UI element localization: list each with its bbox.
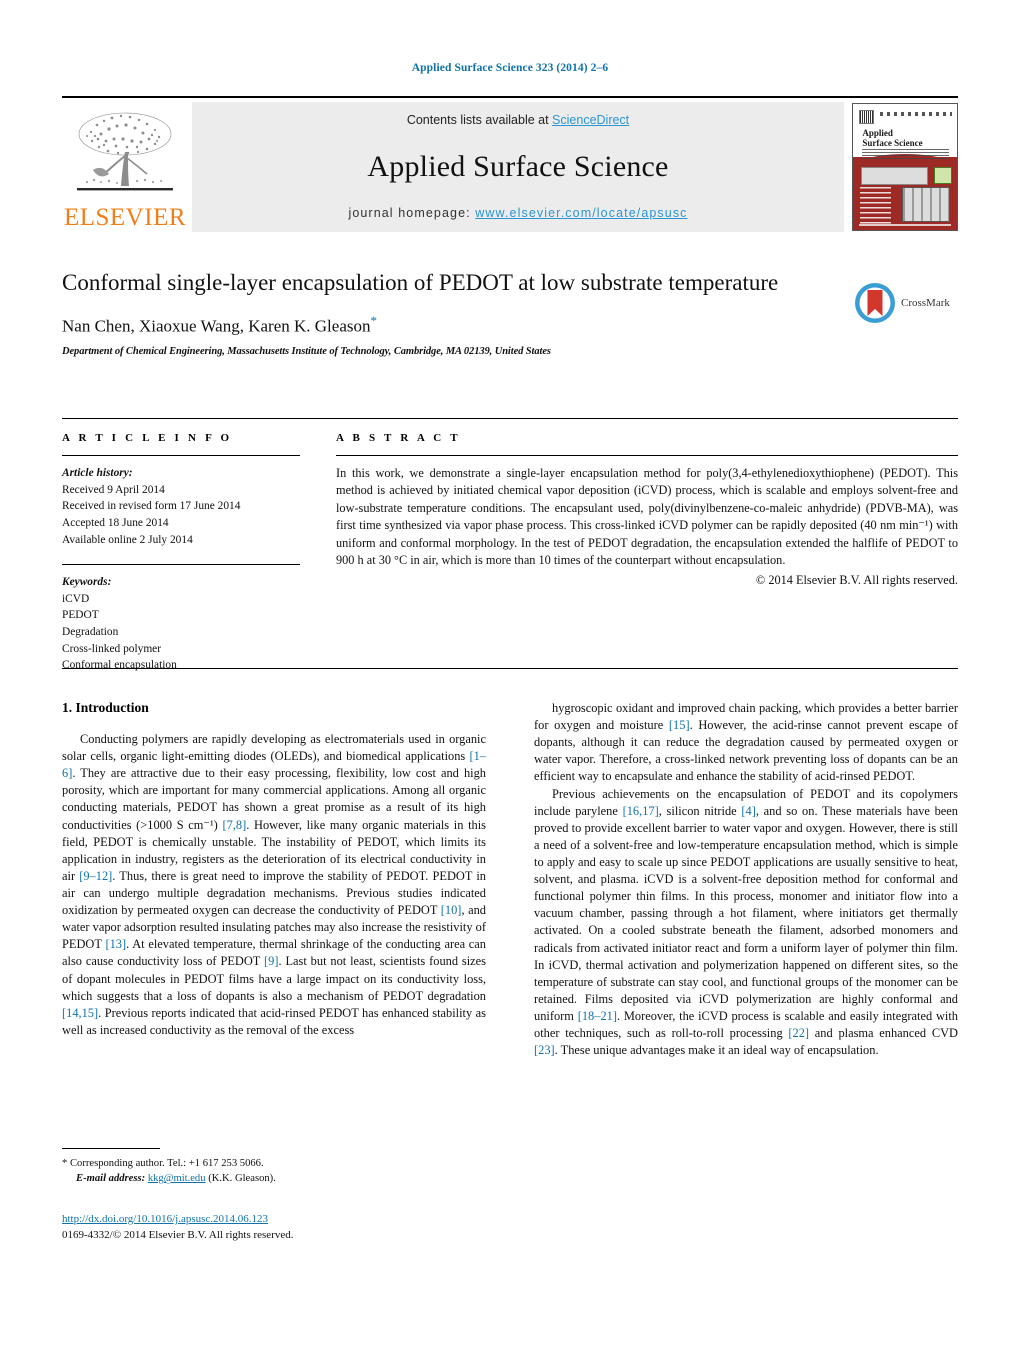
affiliation: Department of Chemical Engineering, Mass… — [62, 346, 551, 358]
email-owner: (K.K. Gleason). — [208, 1173, 276, 1185]
journal-cover-thumbnail: Applied Surface Science — [852, 103, 958, 231]
cover-title: Applied Surface Science — [862, 128, 923, 148]
journal-masthead: ELSEVIER Contents lists available at Sci… — [62, 96, 958, 232]
section-heading-introduction: 1. Introduction — [62, 700, 149, 715]
history-item: Received in revised form 17 June 2014 — [62, 500, 241, 513]
crossmark-icon — [855, 283, 895, 323]
contents-prefix: Contents lists available at — [406, 113, 553, 127]
keyword-item: Conformal encapsulation — [62, 659, 177, 672]
history-item: Received 9 April 2014 — [62, 483, 165, 496]
history-item: Accepted 18 June 2014 — [62, 516, 169, 529]
journal-homepage-link[interactable]: www.elsevier.com/locate/apsusc — [475, 206, 687, 220]
masthead-center: Contents lists available at ScienceDirec… — [192, 102, 844, 232]
email-note: E-mail address: kkg@mit.edu (K.K. Gleaso… — [62, 1171, 486, 1186]
corresponding-author-note: * Corresponding author. Tel.: +1 617 253… — [62, 1156, 486, 1171]
elsevier-tree-icon — [77, 112, 173, 191]
body-column-right: hygroscopic oxidant and improved chain p… — [534, 700, 958, 1059]
footnote-block: * Corresponding author. Tel.: +1 617 253… — [62, 1148, 486, 1187]
keyword-item: iCVD — [62, 592, 90, 605]
abstract-text: In this work, we demonstrate a single-la… — [336, 466, 958, 568]
journal-homepage-line: journal homepage: www.elsevier.com/locat… — [348, 206, 687, 220]
cover-green-badge — [934, 167, 952, 185]
author-list: Nan Chen, Xiaoxue Wang, Karen K. Gleason… — [62, 313, 958, 337]
article-history: Article history: Received 9 April 2014 R… — [62, 465, 300, 548]
keywords-list: Keywords: iCVD PEDOT Degradation Cross-l… — [62, 574, 300, 674]
abstract-rule — [336, 455, 958, 456]
cover-content-box — [861, 167, 928, 186]
corresponding-author-text: Corresponding author. Tel.: +1 617 253 5… — [69, 1158, 264, 1169]
issn-copyright-line: 0169-4332/© 2014 Elsevier B.V. All right… — [62, 1228, 294, 1241]
footnote-rule — [62, 1148, 160, 1149]
page-title: Conformal single-layer encapsulation of … — [62, 270, 779, 295]
paragraph: hygroscopic oxidant and improved chain p… — [534, 701, 958, 784]
article-page: Applied Surface Science 323 (2014) 2–6 E… — [0, 0, 1020, 1351]
body-columns: 1. Introduction Conducting polymers are … — [62, 700, 958, 1059]
abstract-heading: A B S T R A C T — [336, 432, 461, 444]
corresponding-author-marker: * — [370, 313, 377, 329]
cover-contents-list — [860, 187, 892, 225]
article-history-label: Article history: — [62, 467, 133, 479]
title-block: Conformal single-layer encapsulation of … — [62, 268, 958, 357]
keyword-item: Degradation — [62, 626, 119, 639]
article-info-column: A R T I C L E I N F O Article history: R… — [62, 432, 300, 674]
footnote-marker: * — [62, 1158, 68, 1169]
history-item: Available online 2 July 2014 — [62, 533, 193, 546]
keyword-item: Cross-linked polymer — [62, 642, 162, 655]
abstract-copyright: © 2014 Elsevier B.V. All rights reserved… — [755, 572, 958, 587]
running-head: Applied Surface Science 323 (2014) 2–6 — [411, 62, 609, 74]
crossmark-badge[interactable]: CrossMark — [854, 280, 958, 326]
email-link[interactable]: kkg@mit.edu — [148, 1173, 206, 1184]
paragraph: Previous achievements on the encapsulati… — [534, 786, 959, 1058]
info-section-top-rule — [62, 418, 958, 419]
cover-subtitle-lines — [862, 149, 949, 161]
cover-barcode — [859, 110, 875, 125]
elsevier-logo: ELSEVIER — [62, 102, 188, 232]
author-names: Nan Chen, Xiaoxue Wang, Karen K. Gleason — [62, 317, 371, 337]
cover-header-text — [880, 111, 952, 116]
info-abstract-row: A R T I C L E I N F O Article history: R… — [62, 432, 958, 674]
contents-available-line: Contents lists available at ScienceDirec… — [407, 113, 629, 127]
info-section-bottom-rule — [62, 668, 958, 669]
homepage-prefix: journal homepage: — [348, 206, 476, 220]
email-address-label: E-mail address: — [76, 1173, 146, 1185]
article-info-heading: A R T I C L E I N F O — [62, 432, 233, 444]
journal-title: Applied Surface Science — [367, 149, 669, 183]
cover-micrograph — [901, 187, 950, 222]
sciencedirect-link[interactable]: ScienceDirect — [552, 113, 629, 127]
elsevier-wordmark: ELSEVIER — [63, 204, 187, 231]
paragraph: Conducting polymers are rapidly developi… — [62, 732, 486, 1037]
crossmark-label: CrossMark — [901, 297, 950, 309]
abstract-column: A B S T R A C T In this work, we demonst… — [336, 432, 958, 674]
body-column-left: 1. Introduction Conducting polymers are … — [62, 700, 486, 1059]
cover-bottom-rule — [859, 224, 951, 227]
doi-block: http://dx.doi.org/10.1016/j.apsusc.2014.… — [62, 1212, 486, 1244]
article-info-rule — [62, 455, 300, 456]
doi-link[interactable]: http://dx.doi.org/10.1016/j.apsusc.2014.… — [62, 1212, 486, 1228]
keyword-item: PEDOT — [62, 609, 99, 622]
keywords-rule — [62, 564, 300, 566]
cover-title-line2: Surface Science — [862, 137, 923, 148]
keywords-label: Keywords: — [62, 576, 112, 589]
